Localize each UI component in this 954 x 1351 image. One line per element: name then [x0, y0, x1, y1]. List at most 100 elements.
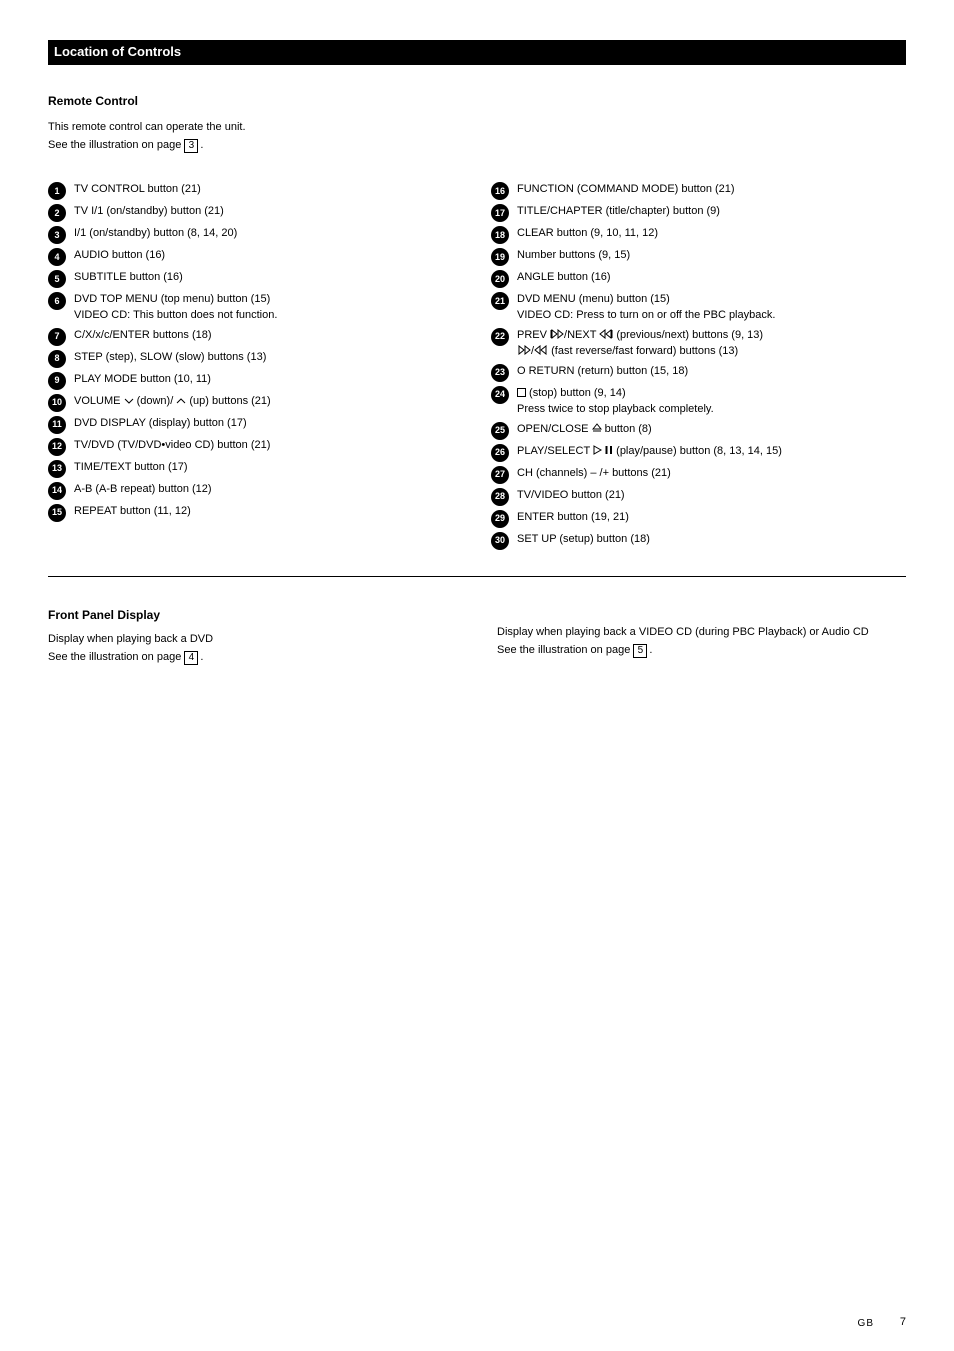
- item-number-bullet: 23: [491, 364, 509, 382]
- item-text: CLEAR button (9, 10, 11, 12): [517, 226, 906, 242]
- item-number-bullet: 19: [491, 248, 509, 266]
- item-number-bullet: 4: [48, 248, 66, 266]
- item-text: ANGLE button (16): [517, 270, 906, 286]
- control-item: 7C/X/x/c/ENTER buttons (18): [48, 328, 463, 346]
- down-icon: [124, 397, 134, 405]
- boxed-page-ref: 3: [184, 139, 198, 153]
- item-number-bullet: 18: [491, 226, 509, 244]
- front-panel-left: Front Panel Display Display when playing…: [48, 607, 457, 694]
- remote-illustration-note: See the illustration on page 3.: [48, 138, 906, 154]
- item-number-bullet: 5: [48, 270, 66, 288]
- item-text: SUBTITLE button (16): [74, 270, 463, 286]
- control-item: 10 VOLUME (down)/ (up) buttons (21): [48, 394, 463, 412]
- item-text: (stop) button (9, 14)Press twice to stop…: [517, 386, 906, 418]
- stop-icon: [517, 388, 526, 397]
- remote-heading: Remote Control: [48, 93, 906, 110]
- item-number-bullet: 30: [491, 532, 509, 550]
- control-item: 9 PLAY MODE button (10, 11): [48, 372, 463, 390]
- item-text: REPEAT button (11, 12): [74, 504, 463, 520]
- item-number-bullet: 22: [491, 328, 509, 346]
- item-text: SET UP (setup) button (18): [517, 532, 906, 548]
- control-item: 12TV/DVD (TV/DVD•video CD) button (21): [48, 438, 463, 456]
- item-number-bullet: 9: [48, 372, 66, 390]
- item-text: PLAY MODE button (10, 11): [74, 372, 463, 388]
- control-item: 22 PREV /NEXT (previous/next) buttons (9,…: [491, 328, 906, 360]
- item-number-bullet: 14: [48, 482, 66, 500]
- item-number-bullet: 6: [48, 292, 66, 310]
- item-text: PREV /NEXT (previous/next) buttons (9, 1…: [517, 328, 906, 360]
- control-item: 13TIME/TEXT button (17): [48, 460, 463, 478]
- control-item: 16FUNCTION (COMMAND MODE) button (21): [491, 182, 906, 200]
- front-panel-heading: Front Panel Display: [48, 607, 457, 624]
- item-text: TV CONTROL button (21): [74, 182, 463, 198]
- item-subtext: VIDEO CD: Press to turn on or off the PB…: [517, 308, 906, 324]
- boxed-page-ref: 5: [633, 644, 647, 658]
- item-text: C/X/x/c/ENTER buttons (18): [74, 328, 463, 344]
- control-item: 28 TV/VIDEO button (21): [491, 488, 906, 506]
- item-number-bullet: 11: [48, 416, 66, 434]
- item-number-bullet: 27: [491, 466, 509, 484]
- item-text: Number buttons (9, 15): [517, 248, 906, 264]
- control-item: 3 I/1 (on/standby) button (8, 14, 20): [48, 226, 463, 244]
- item-text: I/1 (on/standby) button (8, 14, 20): [74, 226, 463, 242]
- control-item: 1TV CONTROL button (21): [48, 182, 463, 200]
- up-icon: [176, 397, 186, 405]
- item-number-bullet: 29: [491, 510, 509, 528]
- item-number-bullet: 28: [491, 488, 509, 506]
- control-item: 2TV I/1 (on/standby) button (21): [48, 204, 463, 222]
- fast-forward-icon: [534, 345, 548, 355]
- control-item: 30 SET UP (setup) button (18): [491, 532, 906, 550]
- front-panel-right: Display when playing back a VIDEO CD (du…: [497, 607, 906, 694]
- page-language-label: GB: [858, 1317, 874, 1332]
- remote-left-column: 1TV CONTROL button (21) 2TV I/1 (on/stand…: [48, 182, 463, 554]
- display-left-subtitle: Display when playing back a DVD: [48, 632, 457, 648]
- item-number-bullet: 12: [48, 438, 66, 456]
- item-number-bullet: 13: [48, 460, 66, 478]
- control-item: 23O RETURN (return) button (15, 18): [491, 364, 906, 382]
- item-text: DVD DISPLAY (display) button (17): [74, 416, 463, 432]
- item-number-bullet: 15: [48, 504, 66, 522]
- prev-track-icon: [550, 329, 564, 339]
- control-item: 21 DVD MENU (menu) button (15)VIDEO CD: P…: [491, 292, 906, 324]
- control-item: 15 REPEAT button (11, 12): [48, 504, 463, 522]
- item-subtext: Press twice to stop playback completely.: [517, 402, 906, 418]
- control-item: 29ENTER button (19, 21): [491, 510, 906, 528]
- item-number-bullet: 17: [491, 204, 509, 222]
- control-item: 8 STEP (step), SLOW (slow) buttons (13): [48, 350, 463, 368]
- item-text: PLAY/SELECT (play/pause) button (8, 13, …: [517, 444, 906, 460]
- eject-icon: [592, 423, 602, 433]
- remote-right-column: 16FUNCTION (COMMAND MODE) button (21)17T…: [491, 182, 906, 554]
- item-number-bullet: 25: [491, 422, 509, 440]
- control-item: 19 Number buttons (9, 15): [491, 248, 906, 266]
- control-item: 6 DVD TOP MENU (top menu) button (15)VIDE…: [48, 292, 463, 324]
- play-icon: [593, 445, 602, 455]
- item-subtext: VIDEO CD: This button does not function.: [74, 308, 463, 324]
- section-header-bar: Location of Controls: [48, 40, 906, 65]
- display-right-subtitle: Display when playing back a VIDEO CD (du…: [497, 625, 906, 641]
- item-number-bullet: 8: [48, 350, 66, 368]
- item-number-bullet: 26: [491, 444, 509, 462]
- item-text: STEP (step), SLOW (slow) buttons (13): [74, 350, 463, 366]
- item-text: TV/VIDEO button (21): [517, 488, 906, 504]
- display-left-illustration: See the illustration on page 4.: [48, 650, 457, 666]
- display-right-illustration: See the illustration on page 5.: [497, 643, 906, 659]
- pause-icon: [605, 445, 613, 455]
- item-number-bullet: 21: [491, 292, 509, 310]
- control-item: 4AUDIO button (16): [48, 248, 463, 266]
- item-text: VOLUME (down)/ (up) buttons (21): [74, 394, 463, 410]
- page-number: 7: [900, 1315, 906, 1331]
- remote-section: Remote Control This remote control can o…: [48, 93, 906, 554]
- control-item: 25 OPEN/CLOSE button (8): [491, 422, 906, 440]
- item-number-bullet: 24: [491, 386, 509, 404]
- item-text: DVD MENU (menu) button (15)VIDEO CD: Pre…: [517, 292, 906, 324]
- control-item: 5 SUBTITLE button (16): [48, 270, 463, 288]
- item-text: DVD TOP MENU (top menu) button (15)VIDEO…: [74, 292, 463, 324]
- control-item: 17TITLE/CHAPTER (title/chapter) button (…: [491, 204, 906, 222]
- item-number-bullet: 10: [48, 394, 66, 412]
- divider: [48, 576, 906, 577]
- item-number-bullet: 16: [491, 182, 509, 200]
- item-number-bullet: 3: [48, 226, 66, 244]
- item-text: OPEN/CLOSE button (8): [517, 422, 906, 438]
- control-item: 27CH (channels) – /+ buttons (21): [491, 466, 906, 484]
- control-item: 18 CLEAR button (9, 10, 11, 12): [491, 226, 906, 244]
